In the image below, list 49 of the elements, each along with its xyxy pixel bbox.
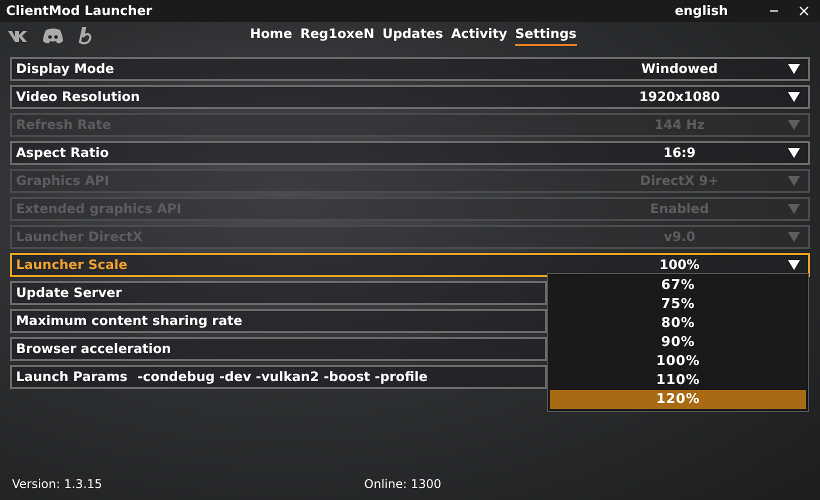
dropdown-option[interactable]: 110% xyxy=(550,371,806,390)
dropdown-option[interactable]: 75% xyxy=(550,295,806,314)
setting-label: Aspect Ratio xyxy=(16,146,109,160)
setting-label: Display Mode xyxy=(16,62,114,76)
language-selector[interactable]: english xyxy=(674,4,728,18)
setting-value: 1920x1080 xyxy=(638,90,721,104)
setting-label: Launcher Scale xyxy=(16,258,128,272)
setting-label: Update Server xyxy=(16,286,122,300)
setting-dropdown[interactable]: Video Resolution 1920x1080 xyxy=(10,85,810,109)
nav-tab[interactable]: Updates xyxy=(382,27,444,46)
setting-dropdown[interactable]: Maximum content sharing rate xyxy=(10,309,547,333)
nav-tab[interactable]: Settings xyxy=(515,27,577,46)
setting-label: Browser acceleration xyxy=(16,342,172,356)
dropdown-arrow-icon xyxy=(788,92,800,102)
window-title: ClientMod Launcher xyxy=(6,4,154,18)
setting-value: Windowed xyxy=(640,62,719,76)
setting-dropdown[interactable]: Browser acceleration xyxy=(10,337,547,361)
vk-logo-icon[interactable] xyxy=(8,30,28,42)
setting-value: 16:9 xyxy=(662,146,697,160)
dropdown-option[interactable]: 67% xyxy=(550,276,806,295)
dropdown-arrow-icon xyxy=(788,260,800,270)
version-text: Version: 1.3.15 xyxy=(12,477,102,491)
dropdown-option[interactable]: 80% xyxy=(550,314,806,333)
setting-text-field[interactable]: Launch Params -condebug -dev -vulkan2 -boost -profile xyxy=(10,365,547,389)
dropdown-arrow-icon xyxy=(788,176,800,186)
nav-tab[interactable]: Reg1oxeN xyxy=(300,27,374,46)
setting-label: Maximum content sharing rate xyxy=(16,314,242,328)
dropdown-arrow-icon xyxy=(788,148,800,158)
dropdown-option[interactable]: 90% xyxy=(550,333,806,352)
setting-label: Video Resolution xyxy=(16,90,140,104)
setting-label: Launch Params xyxy=(16,370,128,384)
online-count: Online: 1300 xyxy=(364,477,442,491)
game-controller-icon[interactable] xyxy=(42,28,64,44)
setting-value: 100% xyxy=(658,258,701,272)
dropdown-arrow-icon xyxy=(788,204,800,214)
dropdown-option[interactable]: 120% xyxy=(550,390,806,409)
setting-dropdown[interactable]: Launcher Scale 100% xyxy=(10,253,810,277)
dropdown-arrow-icon xyxy=(788,232,800,242)
params-text: -condebug -dev -vulkan2 -boost -profile xyxy=(137,370,428,384)
dropdown-option[interactable]: 100% xyxy=(550,352,806,371)
nav-tab[interactable]: Home xyxy=(250,27,292,46)
setting-dropdown[interactable]: Display Mode Windowed xyxy=(10,57,810,81)
dropdown-arrow-icon xyxy=(788,120,800,130)
letter-b-logo-icon[interactable] xyxy=(78,27,92,45)
close-icon[interactable] xyxy=(798,5,810,17)
setting-dropdown[interactable]: Aspect Ratio 16:9 xyxy=(10,141,810,165)
setting-dropdown[interactable]: Update Server xyxy=(10,281,547,305)
nav-tab[interactable]: Activity xyxy=(451,27,508,46)
dropdown-arrow-icon xyxy=(788,64,800,74)
